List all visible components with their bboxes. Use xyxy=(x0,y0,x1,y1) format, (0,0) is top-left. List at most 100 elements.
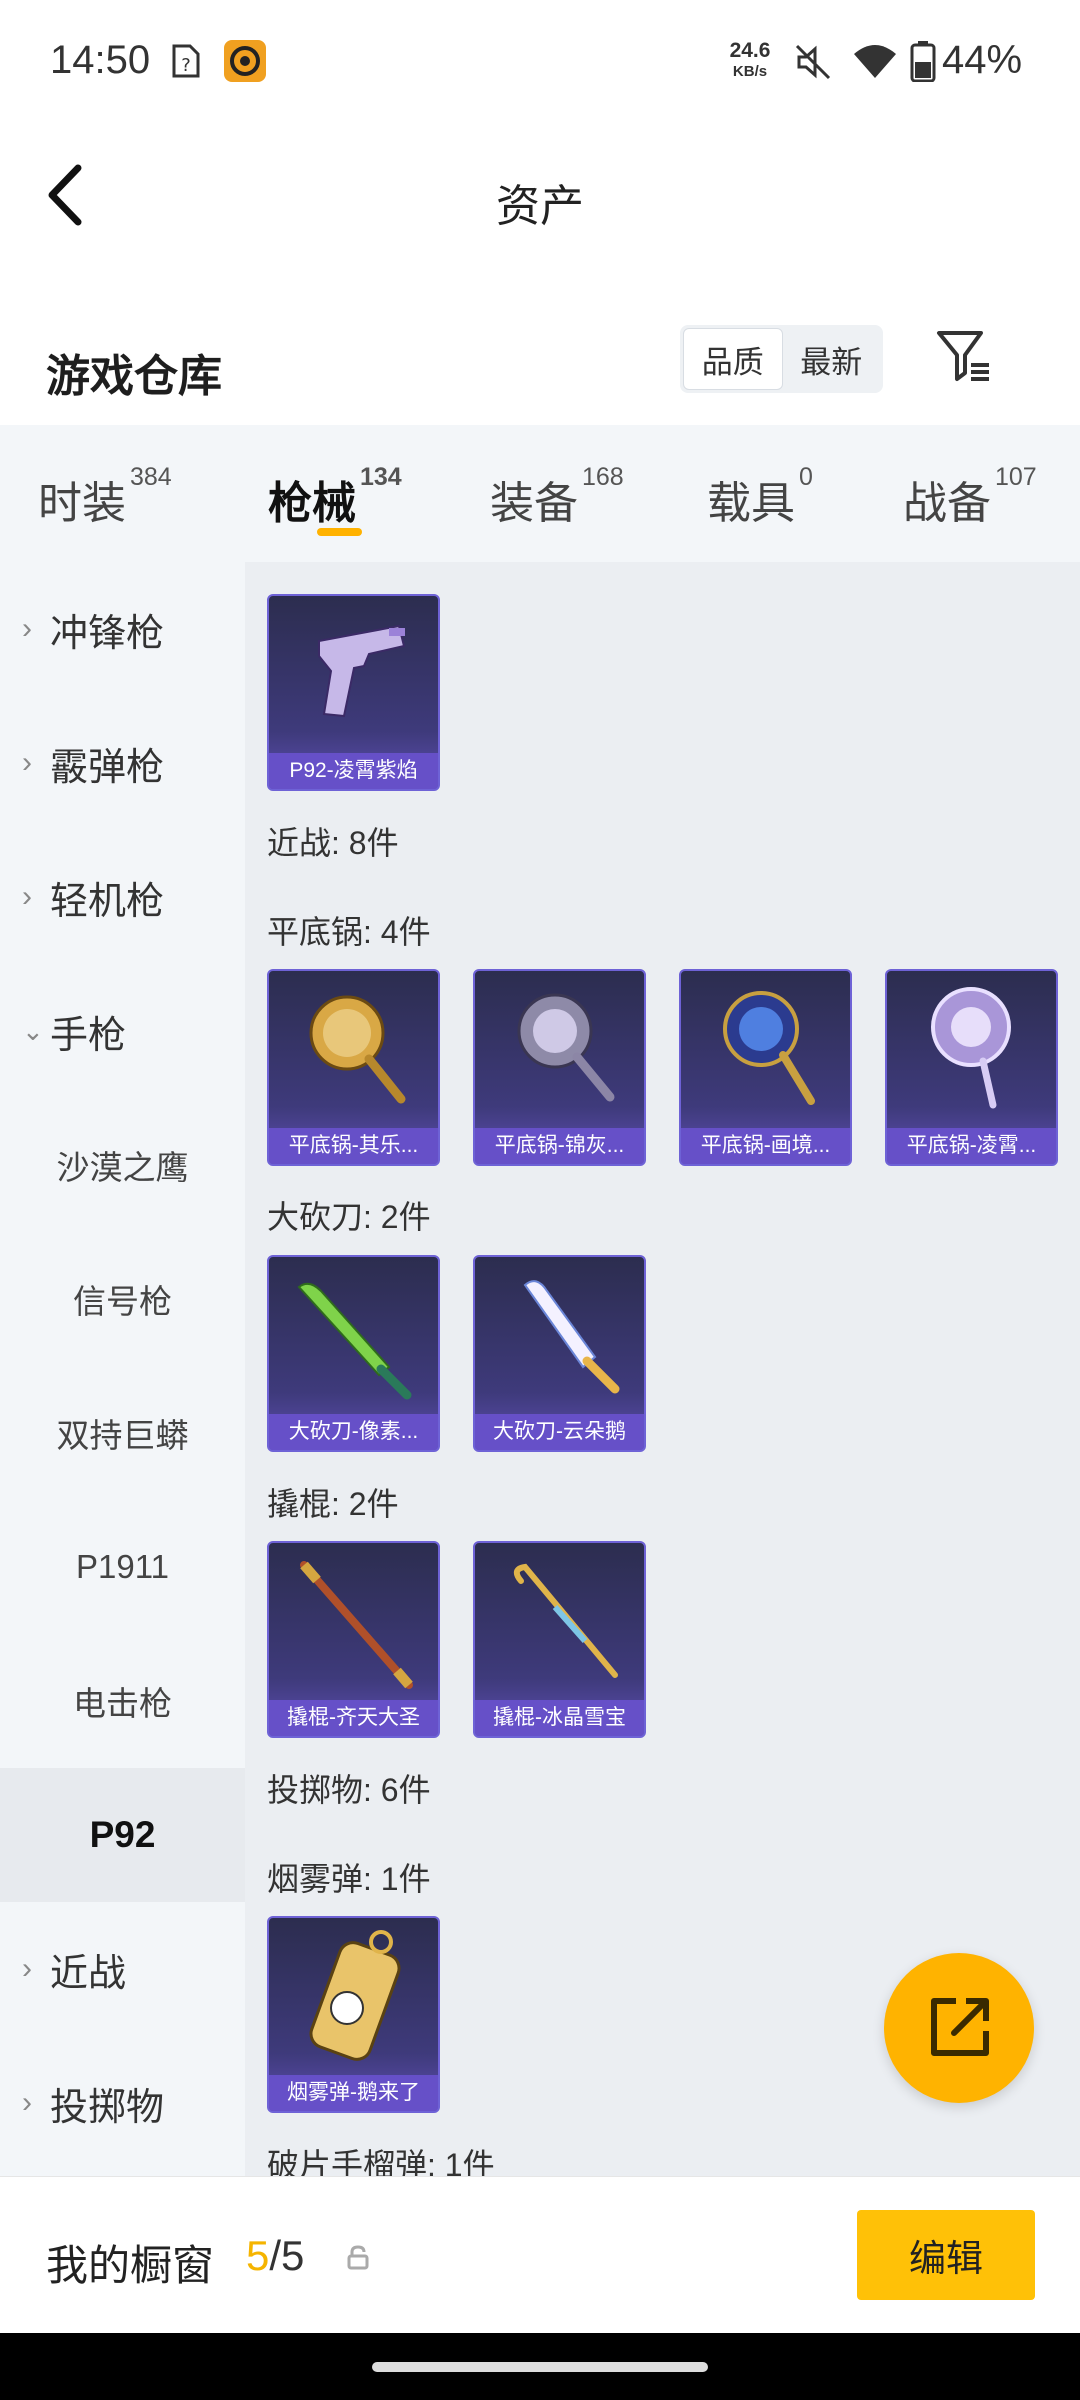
frying-pan-icon xyxy=(309,995,406,1104)
share-export-icon xyxy=(931,1998,989,2056)
item-caption: P92-凌霄紫焰 xyxy=(269,753,438,789)
frying-pan-icon xyxy=(931,987,1011,1109)
item-grid-area[interactable]: P92-凌霄紫焰 近战: 8件 平底锅: 4件 平底锅-其乐... 平底锅-锦灰… xyxy=(245,562,1080,2176)
section-label: 烟雾弹: 1件 xyxy=(267,1861,431,1897)
sidebar-item-lmg[interactable]: › 轻机枪 xyxy=(0,830,245,964)
sidebar-item-label: 信号枪 xyxy=(73,1283,172,1320)
sort-toggle: 品质 最新 xyxy=(680,325,883,393)
chevron-right-icon: › xyxy=(22,880,32,913)
sidebar-item-label: P1911 xyxy=(76,1548,169,1585)
sidebar-item-label: 手枪 xyxy=(50,1014,127,1057)
page-title: 资产 xyxy=(496,182,584,231)
sidebar-item-throwables[interactable]: › 投掷物 xyxy=(0,2036,245,2170)
item-card[interactable]: 烟雾弹-鹅来了 xyxy=(267,1916,440,2113)
home-gesture-pill[interactable] xyxy=(372,2362,708,2372)
item-card[interactable]: 大砍刀-云朵鹅 xyxy=(473,1255,646,1452)
chevron-right-icon: › xyxy=(22,1952,32,1985)
sidebar-item-shotgun[interactable]: › 霰弹枪 xyxy=(0,696,245,830)
active-tab-indicator xyxy=(317,528,362,536)
item-caption: 平底锅-画境... xyxy=(681,1128,850,1164)
sidebar-item-label: 双持巨蟒 xyxy=(56,1417,189,1454)
showcase-bar: 我的橱窗 5/5 编辑 xyxy=(0,2176,1080,2333)
chevron-right-icon: › xyxy=(22,612,32,645)
item-caption: 撬棍-冰晶雪宝 xyxy=(475,1700,644,1736)
sort-quality-button[interactable]: 品质 xyxy=(683,328,783,390)
sidebar-item-label: 冲锋枪 xyxy=(50,612,165,655)
sidebar-subitem-stun-gun[interactable]: 电击枪 xyxy=(0,1634,245,1768)
item-caption: 平底锅-凌霄... xyxy=(887,1128,1056,1164)
warehouse-header: 游戏仓库 品质 最新 xyxy=(0,300,1080,425)
item-caption: 撬棍-齐天大圣 xyxy=(269,1700,438,1736)
smoke-grenade-icon xyxy=(309,1930,401,2061)
machete-icon xyxy=(297,1282,412,1400)
sidebar-item-melee[interactable]: › 近战 xyxy=(0,1902,245,2036)
tab-supplies[interactable]: 战备107 xyxy=(903,463,1037,531)
category-tabs: 时装384 枪械134 装备168 载具0 战备107 xyxy=(0,425,1080,562)
section-label: 近战: 8件 xyxy=(267,825,399,861)
section-label: 撬棍: 2件 xyxy=(267,1486,399,1522)
share-fab-button[interactable] xyxy=(884,1953,1034,2103)
item-card[interactable]: 撬棍-冰晶雪宝 xyxy=(473,1541,646,1738)
sidebar-item-label: 沙漠之鹰 xyxy=(56,1149,189,1186)
sidebar-item-label: 轻机枪 xyxy=(50,880,165,923)
sidebar-item-smg[interactable]: › 冲锋枪 xyxy=(0,562,245,696)
item-caption: 平底锅-其乐... xyxy=(269,1128,438,1164)
tab-equipment[interactable]: 装备168 xyxy=(490,463,624,531)
status-bar: 14:50 ? 24.6 KB/s 44% xyxy=(0,0,1080,125)
sidebar-item-label: 霰弹枪 xyxy=(50,746,165,789)
app-header: 资产 xyxy=(0,125,1080,265)
sim-question-icon: ? xyxy=(172,44,200,78)
item-card[interactable]: 大砍刀-像素... xyxy=(267,1255,440,1452)
chevron-right-icon: › xyxy=(22,2086,32,2119)
tab-fashion[interactable]: 时装384 xyxy=(38,463,172,531)
svg-text:?: ? xyxy=(181,55,191,76)
net-speed: 24.6 KB/s xyxy=(729,39,771,80)
item-card[interactable]: 撬棍-齐天大圣 xyxy=(267,1541,440,1738)
sidebar-item-label: 近战 xyxy=(50,1952,127,1995)
status-time: 14:50 xyxy=(50,38,151,82)
item-caption: 平底锅-锦灰... xyxy=(475,1128,644,1164)
item-card[interactable]: 平底锅-画境... xyxy=(679,969,852,1166)
sidebar-item-label: 电击枪 xyxy=(73,1685,172,1722)
section-label: 破片手榴弹: 1件 xyxy=(267,2147,495,2176)
sidebar-subitem-p92[interactable]: P92 xyxy=(0,1768,245,1902)
section-label: 平底锅: 4件 xyxy=(267,914,431,950)
showcase-title: 我的橱窗 xyxy=(46,2242,215,2289)
sidebar-item-pistol[interactable]: ⌄ 手枪 xyxy=(0,964,245,1098)
frying-pan-icon xyxy=(723,991,815,1105)
tab-vehicles[interactable]: 载具0 xyxy=(707,463,813,531)
pistol-icon xyxy=(318,624,406,718)
warehouse-title: 游戏仓库 xyxy=(46,352,222,401)
app-notification-icon xyxy=(224,40,266,82)
frying-pan-icon xyxy=(517,993,615,1102)
sidebar-subitem-desert-eagle[interactable]: 沙漠之鹰 xyxy=(0,1098,245,1232)
tab-firearms[interactable]: 枪械134 xyxy=(268,463,402,531)
sidebar-subitem-flare-gun[interactable]: 信号枪 xyxy=(0,1232,245,1366)
sidebar-subitem-p1911[interactable]: P1911 xyxy=(0,1500,245,1634)
section-label: 大砍刀: 2件 xyxy=(267,1199,431,1235)
item-card[interactable]: 平底锅-锦灰... xyxy=(473,969,646,1166)
item-card[interactable]: 平底锅-凌霄... xyxy=(885,969,1058,1166)
section-label: 投掷物: 6件 xyxy=(267,1772,431,1808)
battery-icon xyxy=(910,41,936,82)
mute-icon xyxy=(795,44,831,80)
item-card[interactable]: 平底锅-其乐... xyxy=(267,969,440,1166)
machete-icon xyxy=(523,1280,620,1394)
wifi-icon xyxy=(854,45,896,78)
edit-button[interactable]: 编辑 xyxy=(857,2210,1035,2300)
lock-icon xyxy=(347,2245,369,2270)
system-nav-bar xyxy=(0,2333,1080,2400)
item-card[interactable]: P92-凌霄紫焰 xyxy=(267,594,440,791)
showcase-count: 5/5 xyxy=(246,2232,305,2279)
filter-icon[interactable] xyxy=(935,327,993,385)
sidebar-subitem-dual-python[interactable]: 双持巨蟒 xyxy=(0,1366,245,1500)
sidebar-item-label: 投掷物 xyxy=(50,2086,165,2129)
battery-percent: 44% xyxy=(942,38,1023,82)
sidebar-item-label: P92 xyxy=(89,1814,156,1855)
staff-icon xyxy=(300,1561,413,1689)
item-caption: 大砍刀-云朵鹅 xyxy=(475,1414,644,1450)
category-sidebar: › 冲锋枪 › 霰弹枪 › 轻机枪 ⌄ 手枪 沙漠之鹰 信号枪 双持巨蟒 P19… xyxy=(0,562,245,2176)
sort-latest-button[interactable]: 最新 xyxy=(783,328,881,390)
crowbar-icon xyxy=(513,1563,618,1678)
chevron-down-icon: ⌄ xyxy=(22,1015,44,1046)
